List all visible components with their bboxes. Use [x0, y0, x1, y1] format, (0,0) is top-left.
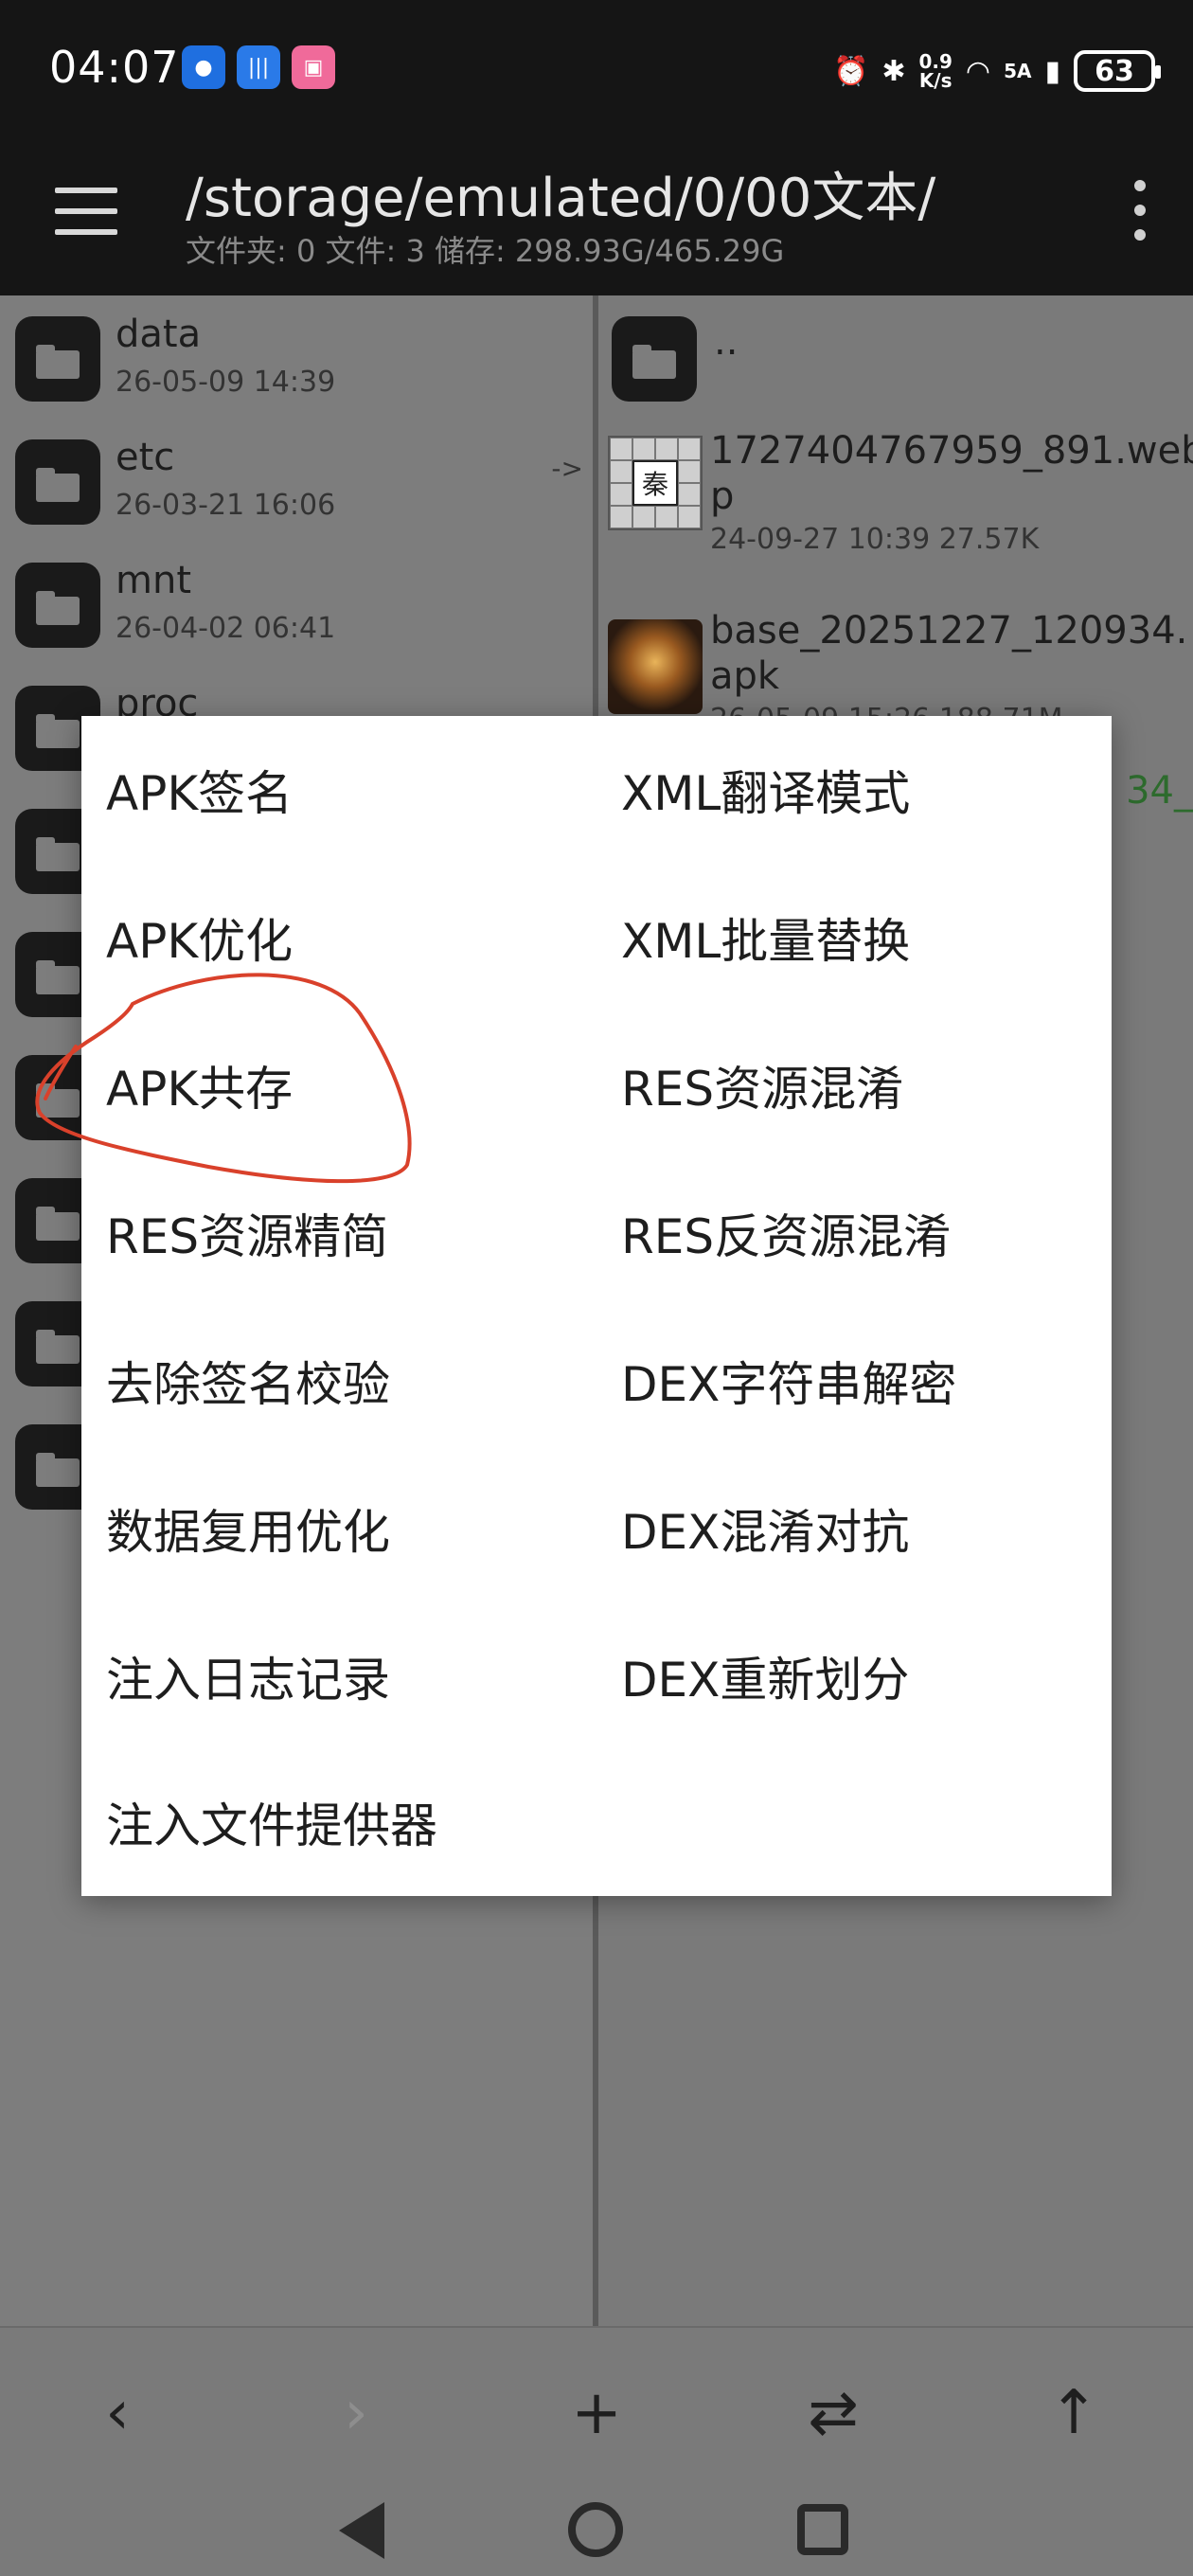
add-button[interactable]: +	[549, 2366, 644, 2460]
menu-item-dex-repartition[interactable]: DEX重新划分	[621, 1602, 1113, 1750]
file-name: mnt	[116, 559, 191, 602]
bilibili-icon: ▣	[292, 45, 335, 89]
tools-dialog: APK签名 APK优化 APK共存 RES资源精简 去除签名校验 数据复用优化 …	[81, 716, 1112, 1896]
app-toolbar: /storage/emulated/0/00文本/ 文件夹: 0 文件: 3 储…	[0, 142, 1193, 295]
bluetooth-icon: ✱	[881, 54, 906, 88]
file-name: data	[116, 313, 202, 356]
folder-icon	[15, 563, 100, 648]
menu-item-res-shrink[interactable]: RES资源精简	[106, 1159, 598, 1307]
signal-icon: ▮	[1044, 54, 1060, 88]
menu-item-apk-coexist[interactable]: APK共存	[106, 1011, 598, 1159]
system-back-icon[interactable]	[339, 2502, 384, 2559]
file-meta: 26-05-09 14:39	[116, 366, 336, 399]
menu-item-inject-logging[interactable]: 注入日志记录	[106, 1602, 598, 1750]
file-name: base_20251227_120934. apk	[710, 609, 1188, 698]
partial-file-name: 34_	[1126, 769, 1193, 813]
status-right-group: ⏰ ✱ 0.9 K/s ◠ 5A ▮ 63	[832, 38, 1161, 104]
menu-item-data-reuse-optimize[interactable]: 数据复用优化	[106, 1455, 598, 1602]
file-name: ..	[714, 320, 739, 364]
menu-icon[interactable]	[55, 188, 117, 235]
swap-panes-button[interactable]: ⇄	[786, 2366, 881, 2460]
storage-summary: 文件夹: 0 文件: 3 储存: 298.93G/465.29G	[186, 233, 785, 269]
forward-button[interactable]: ›	[309, 2366, 403, 2460]
more-options-icon[interactable]	[1129, 180, 1151, 241]
system-home-icon[interactable]	[568, 2502, 623, 2557]
voice-icon: |||	[237, 45, 280, 89]
menu-item-dex-anti-obfuscation[interactable]: DEX混淆对抗	[621, 1455, 1113, 1602]
parent-dir-button[interactable]: ↑	[1026, 2366, 1121, 2460]
menu-item-res-obfuscate[interactable]: RES资源混淆	[621, 1011, 1113, 1159]
list-item[interactable]: etc 26-03-21 16:06 ->	[0, 419, 593, 542]
file-name: etc	[116, 436, 175, 479]
apk-icon	[608, 619, 703, 714]
file-meta: 24-09-27 10:39 27.57K	[710, 523, 1040, 556]
file-meta: 26-03-21 16:06	[116, 489, 336, 522]
wifi-icon: ◠	[965, 54, 991, 88]
system-recents-icon[interactable]	[797, 2504, 848, 2555]
message-icon: ●	[182, 45, 225, 89]
menu-item-dex-string-decrypt[interactable]: DEX字符串解密	[621, 1307, 1113, 1455]
alarm-icon: ⏰	[832, 54, 869, 88]
net-speed: 0.9 K/s	[918, 50, 953, 92]
list-item[interactable]: mnt 26-04-02 06:41	[0, 542, 593, 665]
folder-icon	[15, 439, 100, 525]
bottom-toolbar: ‹ › + ⇄ ↑	[0, 2326, 1193, 2496]
status-bar: 04:07 ● ||| ▣ ⏰ ✱ 0.9 K/s ◠ 5A ▮ 63	[0, 0, 1193, 142]
list-item[interactable]: 秦 1727404767959_891.web p 24-09-27 10:39…	[598, 419, 1193, 561]
menu-item-remove-signature-check[interactable]: 去除签名校验	[106, 1307, 598, 1455]
menu-item-apk-sign[interactable]: APK签名	[106, 716, 598, 864]
back-button[interactable]: ‹	[70, 2366, 165, 2460]
parent-dir-item[interactable]: ..	[598, 295, 1193, 419]
menu-item-res-deobfuscate[interactable]: RES反资源混淆	[621, 1159, 1113, 1307]
menu-item-inject-file-provider[interactable]: 注入文件提供器	[106, 1748, 598, 1896]
file-meta: 26-04-02 06:41	[116, 612, 336, 645]
system-nav-bar	[0, 2481, 1193, 2576]
image-thumbnail: 秦	[608, 436, 703, 530]
file-name: 1727404767959_891.web p	[710, 429, 1193, 518]
current-path: /storage/emulated/0/00文本/	[186, 168, 936, 229]
menu-item-apk-optimize[interactable]: APK优化	[106, 864, 598, 1011]
status-time: 04:07	[49, 42, 180, 93]
folder-icon	[612, 316, 697, 402]
menu-item-xml-batch-replace[interactable]: XML批量替换	[621, 864, 1113, 1011]
symlink-indicator: ->	[551, 453, 583, 484]
battery-indicator: 63	[1074, 50, 1161, 92]
network-label: 5A	[1004, 60, 1032, 82]
folder-icon	[15, 316, 100, 402]
menu-item-xml-translate[interactable]: XML翻译模式	[621, 716, 1113, 864]
list-item[interactable]: data 26-05-09 14:39	[0, 295, 593, 419]
